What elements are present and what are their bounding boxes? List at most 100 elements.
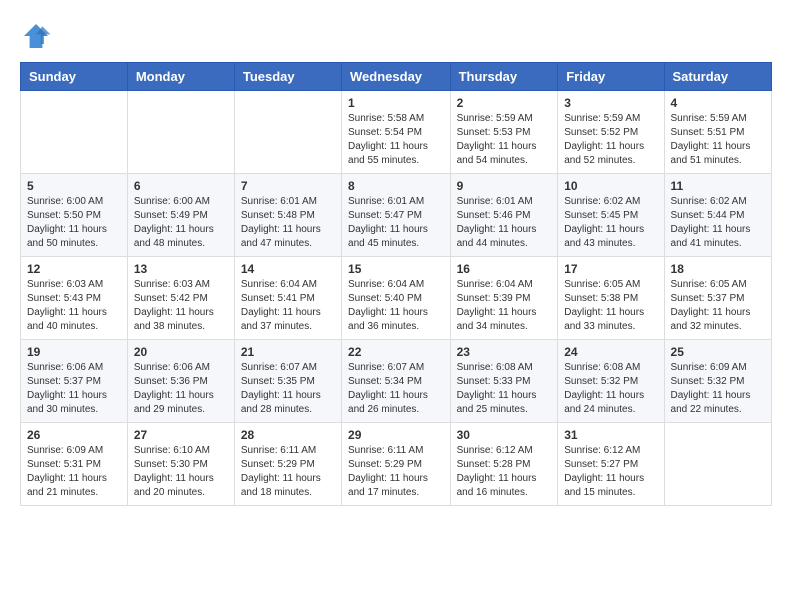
sunrise: Sunrise: 6:11 AM bbox=[348, 444, 444, 458]
sunrise: Sunrise: 6:10 AM bbox=[134, 444, 228, 458]
calendar-cell: 22 Sunrise: 6:07 AM Sunset: 5:34 PM Dayl… bbox=[342, 340, 451, 423]
sunrise: Sunrise: 6:04 AM bbox=[241, 278, 335, 292]
day-number: 26 bbox=[27, 428, 121, 442]
daylight: Daylight: 11 hours and 38 minutes. bbox=[134, 306, 228, 334]
sunrise: Sunrise: 6:04 AM bbox=[348, 278, 444, 292]
day-info: Sunrise: 6:11 AM Sunset: 5:29 PM Dayligh… bbox=[348, 444, 444, 500]
daylight: Daylight: 11 hours and 43 minutes. bbox=[564, 223, 657, 251]
sunrise: Sunrise: 6:08 AM bbox=[564, 361, 657, 375]
calendar-cell: 18 Sunrise: 6:05 AM Sunset: 5:37 PM Dayl… bbox=[664, 257, 771, 340]
calendar-week-1: 5 Sunrise: 6:00 AM Sunset: 5:50 PM Dayli… bbox=[21, 174, 772, 257]
day-number: 20 bbox=[134, 345, 228, 359]
day-info: Sunrise: 6:00 AM Sunset: 5:50 PM Dayligh… bbox=[27, 195, 121, 251]
daylight: Daylight: 11 hours and 28 minutes. bbox=[241, 389, 335, 417]
day-number: 31 bbox=[564, 428, 657, 442]
daylight: Daylight: 11 hours and 32 minutes. bbox=[671, 306, 765, 334]
daylight: Daylight: 11 hours and 54 minutes. bbox=[457, 140, 552, 168]
daylight: Daylight: 11 hours and 44 minutes. bbox=[457, 223, 552, 251]
page-header bbox=[20, 20, 772, 52]
day-info: Sunrise: 6:01 AM Sunset: 5:46 PM Dayligh… bbox=[457, 195, 552, 251]
day-info: Sunrise: 6:05 AM Sunset: 5:37 PM Dayligh… bbox=[671, 278, 765, 334]
daylight: Daylight: 11 hours and 45 minutes. bbox=[348, 223, 444, 251]
daylight: Daylight: 11 hours and 29 minutes. bbox=[134, 389, 228, 417]
day-info: Sunrise: 6:04 AM Sunset: 5:39 PM Dayligh… bbox=[457, 278, 552, 334]
calendar-cell: 25 Sunrise: 6:09 AM Sunset: 5:32 PM Dayl… bbox=[664, 340, 771, 423]
sunrise: Sunrise: 6:07 AM bbox=[348, 361, 444, 375]
day-info: Sunrise: 6:03 AM Sunset: 5:42 PM Dayligh… bbox=[134, 278, 228, 334]
day-number: 23 bbox=[457, 345, 552, 359]
calendar-cell: 15 Sunrise: 6:04 AM Sunset: 5:40 PM Dayl… bbox=[342, 257, 451, 340]
daylight: Daylight: 11 hours and 51 minutes. bbox=[671, 140, 765, 168]
day-number: 22 bbox=[348, 345, 444, 359]
sunrise: Sunrise: 6:00 AM bbox=[134, 195, 228, 209]
sunrise: Sunrise: 6:01 AM bbox=[241, 195, 335, 209]
calendar-cell: 12 Sunrise: 6:03 AM Sunset: 5:43 PM Dayl… bbox=[21, 257, 128, 340]
day-info: Sunrise: 6:05 AM Sunset: 5:38 PM Dayligh… bbox=[564, 278, 657, 334]
day-info: Sunrise: 5:58 AM Sunset: 5:54 PM Dayligh… bbox=[348, 112, 444, 168]
calendar-cell: 4 Sunrise: 5:59 AM Sunset: 5:51 PM Dayli… bbox=[664, 91, 771, 174]
header-monday: Monday bbox=[127, 63, 234, 91]
sunrise: Sunrise: 6:03 AM bbox=[134, 278, 228, 292]
day-number: 1 bbox=[348, 96, 444, 110]
sunset: Sunset: 5:33 PM bbox=[457, 375, 552, 389]
day-number: 29 bbox=[348, 428, 444, 442]
header-thursday: Thursday bbox=[450, 63, 558, 91]
day-info: Sunrise: 6:08 AM Sunset: 5:33 PM Dayligh… bbox=[457, 361, 552, 417]
calendar-cell: 11 Sunrise: 6:02 AM Sunset: 5:44 PM Dayl… bbox=[664, 174, 771, 257]
sunset: Sunset: 5:36 PM bbox=[134, 375, 228, 389]
day-info: Sunrise: 6:01 AM Sunset: 5:47 PM Dayligh… bbox=[348, 195, 444, 251]
header-wednesday: Wednesday bbox=[342, 63, 451, 91]
calendar-cell: 27 Sunrise: 6:10 AM Sunset: 5:30 PM Dayl… bbox=[127, 423, 234, 506]
calendar-week-2: 12 Sunrise: 6:03 AM Sunset: 5:43 PM Dayl… bbox=[21, 257, 772, 340]
sunset: Sunset: 5:48 PM bbox=[241, 209, 335, 223]
day-number: 2 bbox=[457, 96, 552, 110]
daylight: Daylight: 11 hours and 30 minutes. bbox=[27, 389, 121, 417]
daylight: Daylight: 11 hours and 48 minutes. bbox=[134, 223, 228, 251]
day-info: Sunrise: 6:12 AM Sunset: 5:28 PM Dayligh… bbox=[457, 444, 552, 500]
day-number: 17 bbox=[564, 262, 657, 276]
calendar-cell bbox=[127, 91, 234, 174]
sunrise: Sunrise: 6:08 AM bbox=[457, 361, 552, 375]
day-info: Sunrise: 6:06 AM Sunset: 5:36 PM Dayligh… bbox=[134, 361, 228, 417]
calendar-week-4: 26 Sunrise: 6:09 AM Sunset: 5:31 PM Dayl… bbox=[21, 423, 772, 506]
calendar-cell bbox=[664, 423, 771, 506]
sunrise: Sunrise: 6:05 AM bbox=[564, 278, 657, 292]
sunset: Sunset: 5:44 PM bbox=[671, 209, 765, 223]
calendar-week-3: 19 Sunrise: 6:06 AM Sunset: 5:37 PM Dayl… bbox=[21, 340, 772, 423]
day-number: 28 bbox=[241, 428, 335, 442]
sunset: Sunset: 5:37 PM bbox=[27, 375, 121, 389]
daylight: Daylight: 11 hours and 40 minutes. bbox=[27, 306, 121, 334]
sunset: Sunset: 5:45 PM bbox=[564, 209, 657, 223]
day-number: 16 bbox=[457, 262, 552, 276]
sunset: Sunset: 5:40 PM bbox=[348, 292, 444, 306]
day-number: 30 bbox=[457, 428, 552, 442]
day-info: Sunrise: 5:59 AM Sunset: 5:53 PM Dayligh… bbox=[457, 112, 552, 168]
sunset: Sunset: 5:35 PM bbox=[241, 375, 335, 389]
sunrise: Sunrise: 6:05 AM bbox=[671, 278, 765, 292]
day-number: 12 bbox=[27, 262, 121, 276]
header-sunday: Sunday bbox=[21, 63, 128, 91]
sunrise: Sunrise: 6:01 AM bbox=[348, 195, 444, 209]
sunset: Sunset: 5:27 PM bbox=[564, 458, 657, 472]
calendar-cell: 6 Sunrise: 6:00 AM Sunset: 5:49 PM Dayli… bbox=[127, 174, 234, 257]
calendar-cell: 1 Sunrise: 5:58 AM Sunset: 5:54 PM Dayli… bbox=[342, 91, 451, 174]
day-info: Sunrise: 6:09 AM Sunset: 5:31 PM Dayligh… bbox=[27, 444, 121, 500]
daylight: Daylight: 11 hours and 22 minutes. bbox=[671, 389, 765, 417]
calendar-cell: 24 Sunrise: 6:08 AM Sunset: 5:32 PM Dayl… bbox=[558, 340, 664, 423]
day-info: Sunrise: 6:10 AM Sunset: 5:30 PM Dayligh… bbox=[134, 444, 228, 500]
sunset: Sunset: 5:41 PM bbox=[241, 292, 335, 306]
day-info: Sunrise: 6:09 AM Sunset: 5:32 PM Dayligh… bbox=[671, 361, 765, 417]
calendar-cell: 5 Sunrise: 6:00 AM Sunset: 5:50 PM Dayli… bbox=[21, 174, 128, 257]
day-number: 11 bbox=[671, 179, 765, 193]
daylight: Daylight: 11 hours and 20 minutes. bbox=[134, 472, 228, 500]
sunrise: Sunrise: 6:04 AM bbox=[457, 278, 552, 292]
sunrise: Sunrise: 6:02 AM bbox=[564, 195, 657, 209]
day-info: Sunrise: 6:02 AM Sunset: 5:45 PM Dayligh… bbox=[564, 195, 657, 251]
daylight: Daylight: 11 hours and 18 minutes. bbox=[241, 472, 335, 500]
sunset: Sunset: 5:42 PM bbox=[134, 292, 228, 306]
day-info: Sunrise: 6:08 AM Sunset: 5:32 PM Dayligh… bbox=[564, 361, 657, 417]
calendar-cell bbox=[234, 91, 341, 174]
day-number: 8 bbox=[348, 179, 444, 193]
day-number: 14 bbox=[241, 262, 335, 276]
day-number: 5 bbox=[27, 179, 121, 193]
